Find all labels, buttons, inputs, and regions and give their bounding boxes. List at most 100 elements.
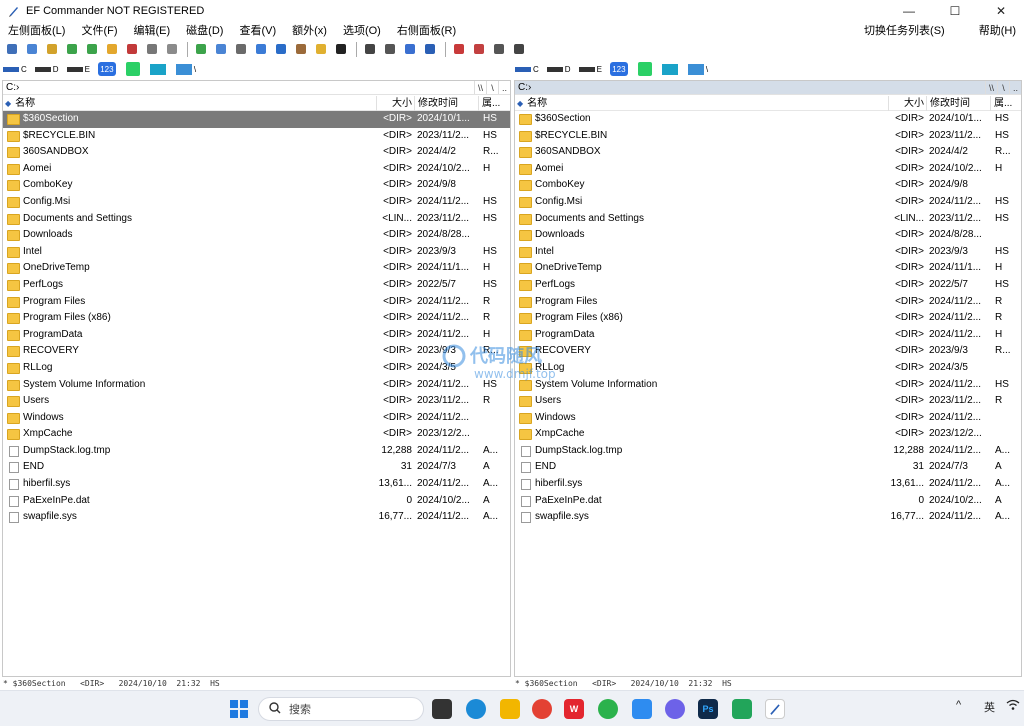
right-path[interactable]: C:› — [518, 82, 531, 93]
wps-icon[interactable]: W — [564, 699, 584, 719]
delete-icon[interactable] — [123, 41, 140, 58]
menu-disk[interactable]: 磁盘(D) — [178, 22, 231, 40]
edit-icon[interactable] — [43, 41, 60, 58]
file-explorer-icon[interactable] — [500, 699, 520, 719]
find-file-icon[interactable] — [212, 41, 229, 58]
file-row[interactable]: RLLog <DIR> 2024/3/5 — [515, 360, 1021, 377]
file-row[interactable]: ComboKey <DIR> 2024/9/8 — [515, 177, 1021, 194]
file-row[interactable]: Program Files <DIR> 2024/11/2... R — [515, 294, 1021, 311]
screen-icon[interactable] — [421, 41, 438, 58]
menu-help[interactable]: 帮助(H) — [971, 22, 1024, 40]
size-column-header[interactable]: 大小 — [376, 96, 414, 111]
file-row[interactable]: OneDriveTemp <DIR> 2024/11/1... H — [515, 260, 1021, 277]
mail-icon[interactable] — [163, 41, 180, 58]
parent-button[interactable]: .. — [1009, 81, 1021, 94]
ef-commander-icon[interactable] — [765, 699, 785, 719]
split-icon[interactable] — [401, 41, 418, 58]
pack-icon[interactable] — [312, 41, 329, 58]
file-row[interactable]: Downloads <DIR> 2024/8/28... — [3, 227, 510, 244]
file-row[interactable]: $RECYCLE.BIN <DIR> 2023/11/2... HS — [515, 128, 1021, 145]
file-row[interactable]: Intel <DIR> 2023/9/3 HS — [3, 244, 510, 261]
file-row[interactable]: PaExeInPe.dat 0 2024/10/2... A — [515, 493, 1021, 510]
root-network-button[interactable]: \\ — [985, 81, 997, 94]
file-row[interactable]: ProgramData <DIR> 2024/11/2... H — [515, 327, 1021, 344]
photoshop-icon[interactable]: Ps — [698, 699, 718, 719]
maximize-button[interactable]: ☐ — [932, 0, 978, 22]
attr-column-header[interactable]: 属... — [990, 96, 1023, 111]
file-row[interactable]: Config.Msi <DIR> 2024/11/2... HS — [515, 194, 1021, 211]
file-row[interactable]: ComboKey <DIR> 2024/9/8 — [3, 177, 510, 194]
size-column-header[interactable]: 大小 — [888, 96, 926, 111]
file-row[interactable]: 360SANDBOX <DIR> 2024/4/2 R... — [515, 144, 1021, 161]
file-row[interactable]: Program Files <DIR> 2024/11/2... R — [3, 294, 510, 311]
minimize-button[interactable]: — — [886, 0, 932, 22]
file-row[interactable]: PaExeInPe.dat 0 2024/10/2... A — [3, 493, 510, 510]
right-drive-C-button[interactable]: C — [515, 61, 539, 77]
copy-panel-icon[interactable] — [3, 41, 20, 58]
file-row[interactable]: System Volume Information <DIR> 2024/11/2.… — [3, 377, 510, 394]
app-icon[interactable] — [665, 699, 685, 719]
burn-icon[interactable] — [490, 41, 507, 58]
plugins-icon[interactable] — [470, 41, 487, 58]
menu-view[interactable]: 查看(V) — [231, 22, 284, 40]
file-row[interactable]: Aomei <DIR> 2024/10/2... H — [3, 161, 510, 178]
tray-chevron-icon[interactable]: ^ — [956, 699, 961, 711]
edge-icon[interactable] — [466, 699, 486, 719]
name-column-header[interactable]: ◆ 名称 — [517, 96, 547, 111]
console-icon[interactable] — [332, 41, 349, 58]
unpack-icon[interactable] — [292, 41, 309, 58]
sync-icon[interactable] — [252, 41, 269, 58]
right-drive-item5-button[interactable] — [661, 61, 680, 77]
file-row[interactable]: OneDriveTemp <DIR> 2024/11/1... H — [3, 260, 510, 277]
network-icon[interactable] — [272, 41, 289, 58]
file-row[interactable]: RECOVERY <DIR> 2023/9/3 R... — [515, 343, 1021, 360]
file-row[interactable]: Users <DIR> 2023/11/2... R — [515, 393, 1021, 410]
root-button[interactable]: \ — [486, 81, 498, 94]
root-network-button[interactable]: \\ — [474, 81, 486, 94]
compare-icon[interactable] — [232, 41, 249, 58]
menu-right-panel[interactable]: 右侧面板(R) — [389, 22, 464, 40]
menu-left-panel[interactable]: 左侧面板(L) — [0, 22, 73, 40]
parent-button[interactable]: .. — [498, 81, 510, 94]
date-column-header[interactable]: 修改时间 — [414, 96, 478, 111]
file-row[interactable]: $RECYCLE.BIN <DIR> 2023/11/2... HS — [3, 128, 510, 145]
close-button[interactable]: ✕ — [978, 0, 1024, 22]
input-language[interactable]: 英 — [984, 699, 995, 715]
file-row[interactable]: Documents and Settings <LIN... 2023/11/2..… — [515, 211, 1021, 228]
new-folder-icon[interactable] — [103, 41, 120, 58]
file-row[interactable]: END 31 2024/7/3 A — [515, 459, 1021, 476]
file-row[interactable]: $360Section <DIR> 2024/10/1... HS — [515, 111, 1021, 128]
baidu-netdisk-icon[interactable] — [632, 699, 652, 719]
file-row[interactable]: RLLog <DIR> 2024/3/5 — [3, 360, 510, 377]
left-path[interactable]: C:› — [6, 82, 19, 93]
copy-icon[interactable] — [63, 41, 80, 58]
file-row[interactable]: Aomei <DIR> 2024/10/2... H — [515, 161, 1021, 178]
file-row[interactable]: swapfile.sys 16,77... 2024/11/2... A... — [3, 509, 510, 526]
move-icon[interactable] — [83, 41, 100, 58]
file-row[interactable]: DumpStack.log.tmp 12,288 2024/11/2... A... — [3, 443, 510, 460]
file-row[interactable]: Config.Msi <DIR> 2024/11/2... HS — [3, 194, 510, 211]
right-drive-123-button[interactable]: 123 — [609, 61, 630, 77]
file-row[interactable]: Windows <DIR> 2024/11/2... — [3, 410, 510, 427]
right-drive-D-button[interactable]: D — [546, 61, 571, 77]
right-drive--button[interactable]: \ — [687, 61, 708, 77]
properties-icon[interactable] — [381, 41, 398, 58]
left-drive-item5-button[interactable] — [149, 61, 168, 77]
left-drive-D-button[interactable]: D — [34, 61, 59, 77]
left-drive--button[interactable]: \ — [175, 61, 196, 77]
file-row[interactable]: DumpStack.log.tmp 12,288 2024/11/2... A... — [515, 443, 1021, 460]
file-row[interactable]: END 31 2024/7/3 A — [3, 459, 510, 476]
search-icon[interactable] — [23, 41, 40, 58]
menu-switch-tasklist[interactable]: 切换任务列表(S) — [856, 22, 953, 40]
left-drive-item4-button[interactable] — [125, 61, 142, 77]
chrome-icon[interactable] — [532, 699, 552, 719]
print-icon[interactable] — [143, 41, 160, 58]
file-row[interactable]: RECOVERY <DIR> 2023/9/3 R... — [3, 343, 510, 360]
file-row[interactable]: PerfLogs <DIR> 2022/5/7 HS — [515, 277, 1021, 294]
file-row[interactable]: Program Files (x86) <DIR> 2024/11/2... R — [3, 310, 510, 327]
refresh-icon[interactable] — [192, 41, 209, 58]
file-row[interactable]: hiberfil.sys 13,61... 2024/11/2... A... — [3, 476, 510, 493]
root-button[interactable]: \ — [997, 81, 1009, 94]
file-row[interactable]: PerfLogs <DIR> 2022/5/7 HS — [3, 277, 510, 294]
right-path-bar[interactable]: C:› \\ \ .. — [515, 81, 1021, 95]
